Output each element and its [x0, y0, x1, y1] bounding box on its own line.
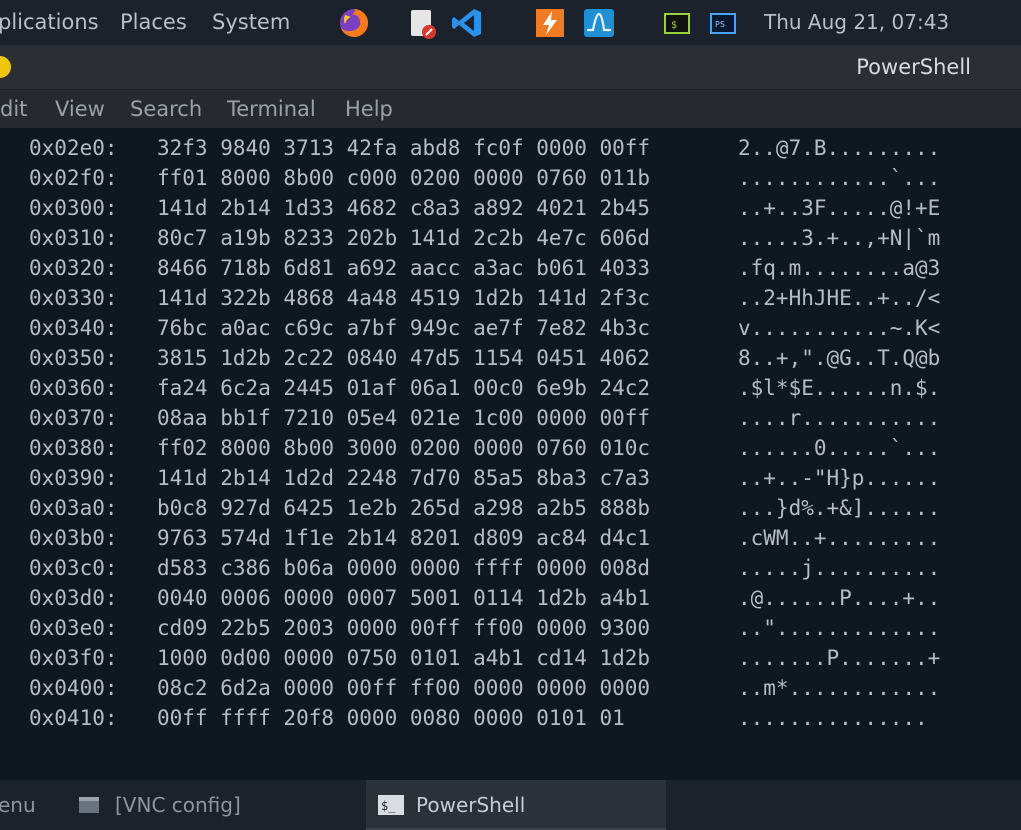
hex-offset: 0x0360: — [29, 376, 118, 400]
hex-offset: 0x03b0: — [29, 526, 118, 550]
hex-ascii: ...}d%.+&]...... — [738, 496, 941, 520]
hex-bytes: 76bc a0ac c69c a7bf 949c ae7f 7e82 4b3c — [157, 316, 651, 340]
hex-bytes: 3815 1d2b 2c22 0840 47d5 1154 0451 4062 — [157, 346, 651, 370]
menu-edit[interactable]: dit — [0, 90, 27, 128]
vscode-icon[interactable] — [450, 6, 484, 40]
hex-offset: 0x0370: — [29, 406, 118, 430]
taskbar-vnc-label: [VNC config] — [115, 793, 241, 817]
hex-bytes: 8466 718b 6d81 a692 aacc a3ac b061 4033 — [157, 256, 651, 280]
hex-offset: 0x0320: — [29, 256, 118, 280]
hex-ascii: .......P.......+ — [738, 646, 941, 670]
hex-offset: 0x03f0: — [29, 646, 118, 670]
firefox-icon[interactable] — [337, 6, 371, 40]
hex-offset: 0x03d0: — [29, 586, 118, 610]
hex-ascii: .....j.......... — [738, 556, 941, 580]
window-title-bar[interactable]: PowerShell — [0, 45, 1021, 90]
hex-bytes: d583 c386 b06a 0000 0000 ffff 0000 008d — [157, 556, 651, 580]
menu-view[interactable]: View — [55, 90, 105, 128]
hex-offset: 0x0300: — [29, 196, 118, 220]
hex-offset: 0x0310: — [29, 226, 118, 250]
hex-bytes: 1000 0d00 0000 0750 0101 a4b1 cd14 1d2b — [157, 646, 651, 670]
hex-ascii: ..2+HhJHE..+../< — [738, 286, 941, 310]
hex-offset: 0x02e0: — [29, 136, 118, 160]
minimize-button[interactable] — [0, 56, 11, 78]
hex-bytes: 141d 322b 4868 4a48 4519 1d2b 141d 2f3c — [157, 286, 651, 310]
hex-bytes: 80c7 a19b 8233 202b 141d 2c2b 4e7c 606d — [157, 226, 651, 250]
hex-offset: 0x0350: — [29, 346, 118, 370]
system-monitor-icon[interactable] — [582, 6, 616, 40]
window-title: PowerShell — [856, 55, 971, 79]
menu-help[interactable]: Help — [345, 90, 393, 128]
hex-bytes: ff02 8000 8b00 3000 0200 0000 0760 010c — [157, 436, 651, 460]
hex-ascii: .."............. — [738, 616, 941, 640]
hex-ascii: ..m*............ — [738, 676, 941, 700]
hex-ascii: v...........~.K< — [738, 316, 941, 340]
hex-ascii: .fq.m........a@3 — [738, 256, 941, 280]
hex-bytes: b0c8 927d 6425 1e2b 265d a298 a2b5 888b — [157, 496, 651, 520]
svg-text:$: $ — [671, 20, 677, 31]
places-menu[interactable]: Places — [120, 0, 187, 45]
terminal-icon: $_ — [378, 795, 404, 815]
hex-ascii: 2..@7.B......... — [738, 136, 941, 160]
hex-bytes: 08aa bb1f 7210 05e4 021e 1c00 0000 00ff — [157, 406, 651, 430]
hex-ascii: ......0.....`... — [738, 436, 941, 460]
hex-bytes: 0040 0006 0000 0007 5001 0114 1d2b a4b1 — [157, 586, 651, 610]
hex-offset: 0x0400: — [29, 676, 118, 700]
hex-offset: 0x02f0: — [29, 166, 118, 190]
hex-offset: 0x0380: — [29, 436, 118, 460]
hex-offset: 0x03a0: — [29, 496, 118, 520]
hex-bytes: 32f3 9840 3713 42fa abd8 fc0f 0000 00ff — [157, 136, 651, 160]
top-panel: plications Places System $ PS Thu Aug 21… — [0, 0, 1021, 45]
powershell-icon[interactable]: PS — [706, 6, 740, 40]
hex-bytes: 08c2 6d2a 0000 00ff ff00 0000 0000 0000 — [157, 676, 651, 700]
hex-offset: 0x0330: — [29, 286, 118, 310]
terminal-icon[interactable]: $ — [660, 6, 694, 40]
system-menu[interactable]: System — [212, 0, 290, 45]
clock[interactable]: Thu Aug 21, 07:43 — [764, 0, 949, 45]
hex-offset: 0x03e0: — [29, 616, 118, 640]
hex-ascii: .cWM..+......... — [738, 526, 941, 550]
hex-ascii: .@......P....+.. — [738, 586, 941, 610]
applications-menu[interactable]: plications — [0, 0, 99, 45]
window-icon — [79, 797, 99, 813]
hex-bytes: ff01 8000 8b00 c000 0200 0000 0760 011b — [157, 166, 651, 190]
burp-icon[interactable] — [533, 6, 567, 40]
hex-bytes: cd09 22b5 2003 0000 00ff ff00 0000 9300 — [157, 616, 651, 640]
hex-offset: 0x0410: — [29, 706, 118, 730]
hex-ascii: .....3.+..,+N|`m — [738, 226, 941, 250]
hex-ascii: 8..+,".@G..T.Q@b — [738, 346, 941, 370]
hex-bytes: 9763 574d 1f1e 2b14 8201 d809 ac84 d4c1 — [157, 526, 651, 550]
text-editor-icon[interactable] — [405, 6, 439, 40]
hex-ascii: ............... — [738, 706, 928, 730]
hex-ascii: ....r........... — [738, 406, 941, 430]
taskbar-powershell-label: PowerShell — [416, 793, 526, 817]
hex-bytes: 141d 2b14 1d33 4682 c8a3 a892 4021 2b45 — [157, 196, 651, 220]
menu-search[interactable]: Search — [130, 90, 202, 128]
svg-text:$_: $_ — [381, 799, 396, 813]
svg-text:PS: PS — [715, 20, 725, 29]
terminal-output[interactable]: 0x02e0: 32f3 9840 3713 42fa abd8 fc0f 000… — [0, 128, 1021, 780]
hex-ascii: ..+..-"H}p...... — [738, 466, 941, 490]
hex-bytes: 00ff ffff 20f8 0000 0080 0000 0101 01 — [157, 706, 625, 730]
taskbar: enu [VNC config] $_ PowerShell — [0, 780, 1021, 830]
hex-ascii: ............`... — [738, 166, 941, 190]
hex-offset: 0x0390: — [29, 466, 118, 490]
hex-offset: 0x03c0: — [29, 556, 118, 580]
taskbar-powershell[interactable]: $_ PowerShell — [366, 780, 666, 830]
hex-ascii: ..+..3F.....@!+E — [738, 196, 941, 220]
taskbar-menu-button[interactable]: enu — [0, 780, 36, 830]
menu-terminal[interactable]: Terminal — [227, 90, 316, 128]
hex-bytes: 141d 2b14 1d2d 2248 7d70 85a5 8ba3 c7a3 — [157, 466, 651, 490]
menu-bar: dit View Search Terminal Help — [0, 90, 1021, 128]
hex-bytes: fa24 6c2a 2445 01af 06a1 00c0 6e9b 24c2 — [157, 376, 651, 400]
hex-offset: 0x0340: — [29, 316, 118, 340]
hex-ascii: .$l*$E......n.$. — [738, 376, 941, 400]
